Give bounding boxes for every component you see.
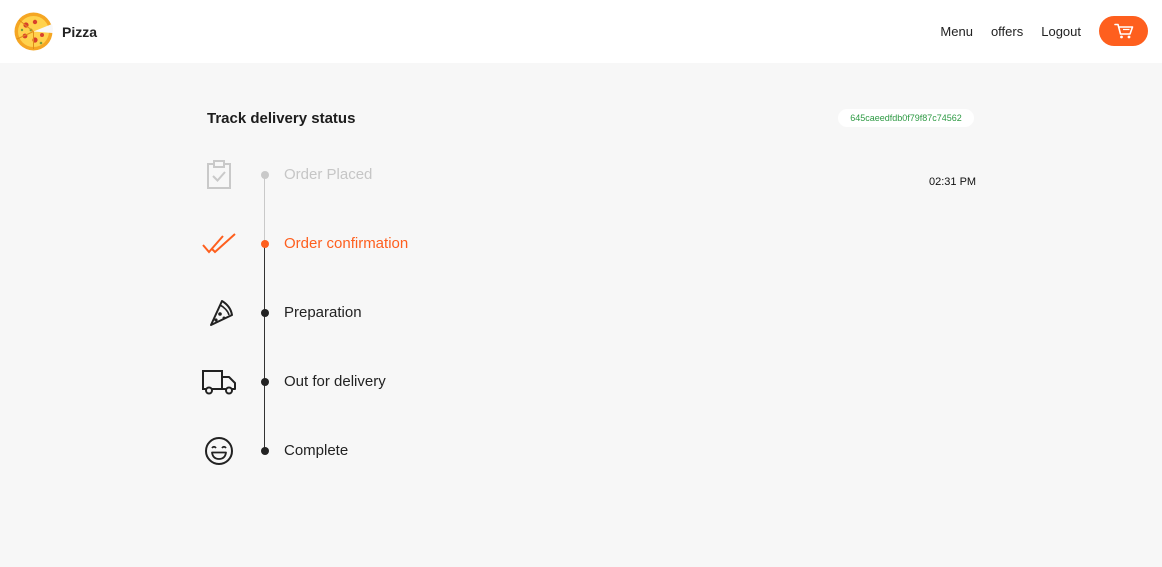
page-title: Track delivery status [207, 110, 356, 127]
step-dot [261, 171, 269, 179]
step-label: Complete [284, 442, 349, 459]
step-order-confirmation: Order confirmation [200, 225, 800, 265]
step-dot [261, 378, 269, 386]
cart-button[interactable] [1099, 16, 1148, 46]
nav-link-logout[interactable]: Logout [1041, 24, 1081, 39]
step-label: Order Placed [284, 166, 373, 183]
step-order-placed: Order Placed [200, 156, 800, 196]
smiley-face-icon [200, 432, 238, 470]
step-label: Preparation [284, 304, 362, 321]
nav-links: Menu offers Logout [940, 16, 1148, 46]
delivery-truck-icon [200, 363, 238, 401]
step-dot [261, 447, 269, 455]
brand[interactable]: Pizza [13, 11, 97, 52]
step-out-for-delivery: Out for delivery [200, 363, 800, 403]
step-complete: Complete [200, 432, 800, 472]
clipboard-check-icon [200, 156, 238, 194]
nav-link-menu[interactable]: Menu [940, 24, 973, 39]
pizza-slice-icon [200, 294, 238, 332]
step-time: 02:31 PM [929, 176, 977, 188]
navbar: Pizza Menu offers Logout [0, 0, 1162, 63]
cart-icon [1113, 23, 1133, 39]
brand-name: Pizza [62, 23, 98, 40]
double-check-icon [200, 225, 238, 263]
step-label: Order confirmation [284, 235, 409, 252]
step-dot [261, 240, 269, 248]
step-label: Out for delivery [284, 373, 386, 390]
pizza-logo-icon [14, 12, 53, 51]
step-preparation: Preparation [200, 294, 800, 334]
timeline-line-pending [264, 244, 265, 452]
nav-link-offers[interactable]: offers [991, 24, 1023, 39]
step-dot [261, 309, 269, 317]
order-id-badge: 645caeedfdb0f79f87c74562 [838, 109, 974, 127]
